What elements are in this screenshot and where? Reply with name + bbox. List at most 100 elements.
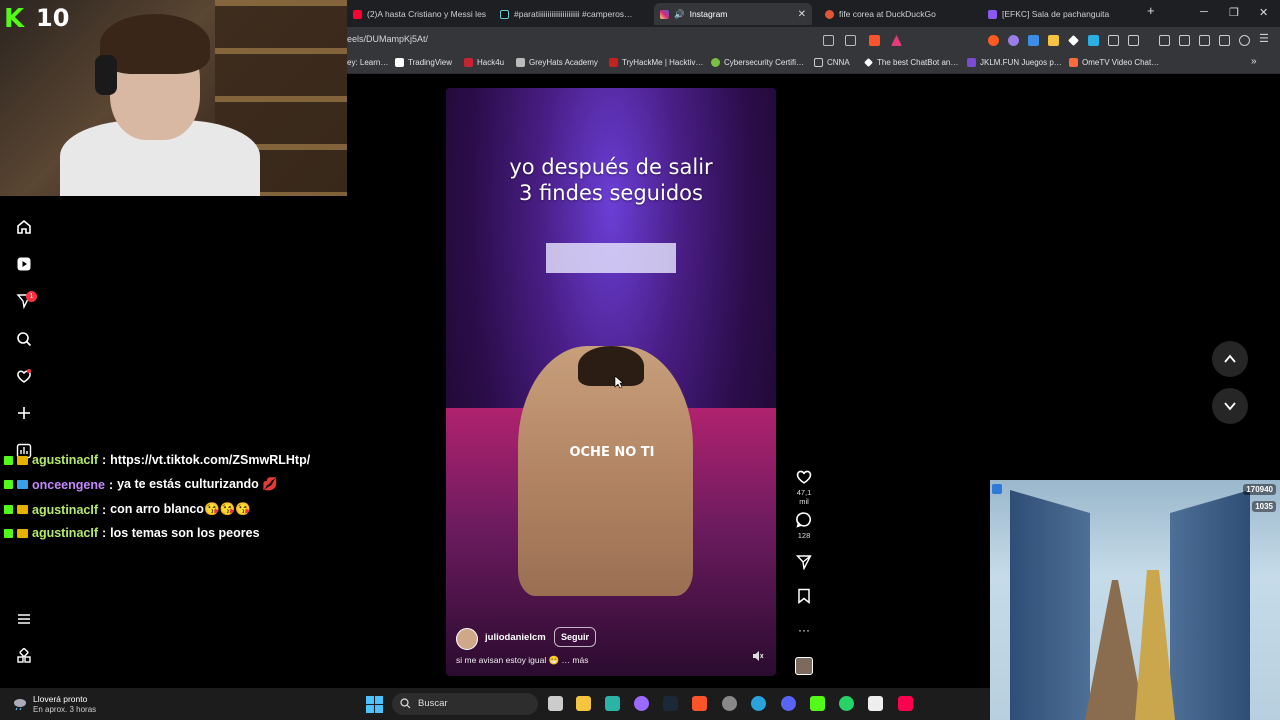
next-reel-button[interactable] xyxy=(1212,388,1248,424)
chat-separator: : xyxy=(102,502,107,517)
cybersecurity-icon xyxy=(711,58,720,67)
previous-reel-button[interactable] xyxy=(1212,341,1248,377)
address-bar: eels/DUMampKj5At/ ☰ xyxy=(347,27,1280,54)
windows-taskbar: Lloverá pronto En aprox. 3 horas Buscar xyxy=(0,688,990,720)
tab-label: Instagram xyxy=(689,9,728,19)
media-icon[interactable] xyxy=(1159,35,1170,46)
bookmark-folder[interactable]: CNNA xyxy=(814,58,850,67)
weather-subtitle[interactable]: En aprox. 3 horas xyxy=(33,705,96,714)
like-button[interactable]: 47,1 mil xyxy=(792,468,816,506)
telegram-icon[interactable] xyxy=(751,696,766,711)
task-view-icon[interactable] xyxy=(548,696,563,711)
share-button[interactable] xyxy=(792,554,816,570)
vpn-icon[interactable] xyxy=(1239,35,1250,46)
close-window-icon[interactable]: ✕ xyxy=(1259,6,1268,19)
extension-icon-2[interactable] xyxy=(1008,35,1019,46)
extension-icon-1[interactable] xyxy=(988,35,999,46)
kick-badge-icon xyxy=(4,455,13,465)
game-overlay: 170940 1035 xyxy=(990,480,1280,720)
mute-icon[interactable] xyxy=(752,650,764,662)
weather-title[interactable]: Lloverá pronto xyxy=(33,694,87,704)
chat-username: onceengene xyxy=(32,477,105,492)
app-icon-2[interactable] xyxy=(868,696,883,711)
game-track xyxy=(1085,580,1145,720)
cast-icon[interactable] xyxy=(823,35,834,46)
reels-icon[interactable] xyxy=(16,256,32,272)
steam-icon[interactable] xyxy=(663,696,678,711)
new-tab-button[interactable]: + xyxy=(1147,3,1155,18)
tab-tiktok[interactable]: #paratiiiiiiiiiiiiiiiiiiiiii #camperos… xyxy=(494,3,644,25)
notifications-heart-icon[interactable] xyxy=(16,368,32,384)
rain-cloud-icon[interactable] xyxy=(12,697,28,711)
file-explorer-icon[interactable] xyxy=(576,696,591,711)
bookmark-item[interactable]: Cybersecurity Certifi… xyxy=(711,58,804,67)
vscode-icon[interactable] xyxy=(605,696,620,711)
webcam-overlay: K 10 xyxy=(0,0,347,196)
jklm-icon xyxy=(967,58,976,67)
translate-icon[interactable] xyxy=(1088,35,1099,46)
author-username[interactable]: juliodanielcm xyxy=(485,632,546,643)
extension-icon-3[interactable] xyxy=(1028,35,1039,46)
close-tab-icon[interactable]: ✕ xyxy=(798,9,806,20)
obs-icon[interactable] xyxy=(722,696,737,711)
save-button[interactable] xyxy=(792,588,816,604)
create-plus-icon[interactable] xyxy=(16,405,32,421)
more-options-button[interactable]: ··· xyxy=(792,624,816,636)
more-menu-icon[interactable] xyxy=(16,611,32,627)
bookmark-item[interactable]: JKLM.FUN Juegos p… xyxy=(967,58,1062,67)
extension-icon-5[interactable] xyxy=(1068,35,1079,46)
bookmark-item[interactable]: Hack4u xyxy=(464,58,504,67)
tiktok-app-icon[interactable] xyxy=(898,696,913,711)
brave-icon[interactable] xyxy=(692,696,707,711)
taskbar-search[interactable]: Buscar xyxy=(392,693,538,715)
windows-start-icon[interactable] xyxy=(366,696,383,713)
follow-button[interactable]: Seguir xyxy=(554,627,597,647)
bookmark-item[interactable]: TradingView xyxy=(395,58,452,67)
kick-badge-icon xyxy=(4,528,13,538)
hack4u-icon xyxy=(464,58,473,67)
chat-username: agustinacIf xyxy=(32,502,98,517)
brave-rewards-icon[interactable] xyxy=(891,35,902,46)
more-bookmarks-icon[interactable]: » xyxy=(1251,56,1257,67)
sidebar-icon[interactable] xyxy=(1179,35,1190,46)
game-bridge-right xyxy=(1170,490,1250,720)
menu-icon[interactable]: ☰ xyxy=(1259,32,1270,45)
chatbot-icon xyxy=(864,58,873,67)
url-field[interactable]: eels/DUMampKj5At/ xyxy=(347,34,428,44)
reel-description[interactable]: si me avisan estoy igual 😁 … más xyxy=(456,655,588,666)
audio-thumbnail[interactable] xyxy=(795,657,813,675)
home-icon[interactable] xyxy=(16,219,32,235)
search-icon[interactable] xyxy=(16,331,32,347)
brave-shield-icon[interactable] xyxy=(869,35,880,46)
bookmark-item[interactable]: GreyHats Academy xyxy=(516,58,598,67)
share-icon[interactable] xyxy=(845,35,856,46)
tab-duckduckgo[interactable]: fife corea at DuckDuckGo xyxy=(819,3,969,25)
bookmark-item[interactable]: TryHackMe | Hacktiv… xyxy=(609,58,703,67)
author-avatar[interactable] xyxy=(456,628,478,650)
discord-icon[interactable] xyxy=(781,696,796,711)
viewer-count: 10 xyxy=(36,4,70,32)
minimize-icon[interactable]: ─ xyxy=(1200,6,1208,18)
wallet-icon[interactable] xyxy=(1199,35,1210,46)
screenshot-icon[interactable] xyxy=(1128,35,1139,46)
heart-icon xyxy=(796,470,812,484)
extension-icon-4[interactable] xyxy=(1048,35,1059,46)
comment-button[interactable]: 128 xyxy=(792,511,816,540)
game-score: 170940 xyxy=(1243,484,1276,495)
tryhackme-icon xyxy=(609,58,618,67)
tab-efkc[interactable]: [EFKC] Sala de pachanguita xyxy=(982,3,1132,25)
bookmark-item[interactable]: ey: Learn… xyxy=(347,58,388,67)
puzzle-icon[interactable] xyxy=(1108,35,1119,46)
app-icon[interactable] xyxy=(634,696,649,711)
reel-video[interactable]: yo después de salir 3 findes seguidos OC… xyxy=(446,88,776,676)
bookmark-item[interactable]: The best ChatBot an… xyxy=(864,58,958,67)
tab-youtube[interactable]: (2)A hasta Cristiano y Messi les gust… xyxy=(347,3,487,25)
maximize-icon[interactable]: ❐ xyxy=(1229,6,1239,19)
also-from-meta-icon[interactable] xyxy=(16,648,32,664)
kick-icon[interactable] xyxy=(810,696,825,711)
whatsapp-icon[interactable] xyxy=(839,696,854,711)
tab-instagram[interactable]: 🔊 Instagram ✕ xyxy=(654,3,812,25)
duckduckgo-icon xyxy=(825,9,834,19)
bookmark-item[interactable]: OmeTV Video Chat… xyxy=(1069,58,1159,67)
downloads-icon[interactable] xyxy=(1219,35,1230,46)
